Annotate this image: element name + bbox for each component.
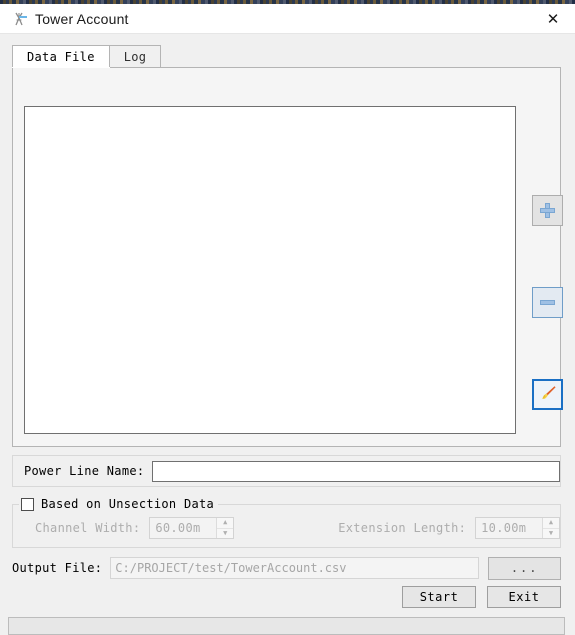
channel-width-value: 60.00m — [155, 521, 201, 535]
title-bar: Tower Account ✕ — [0, 4, 575, 34]
output-file-label: Output File: — [12, 561, 103, 575]
tab-log[interactable]: Log — [108, 45, 162, 67]
extension-length-label: Extension Length: — [338, 521, 467, 535]
browse-output-file-button[interactable]: ... — [488, 556, 561, 580]
extension-length-spinbox[interactable]: 10.00m ▲ ▼ — [475, 517, 560, 539]
extension-length-stepper[interactable]: ▲ ▼ — [542, 518, 559, 538]
start-button[interactable]: Start — [402, 586, 476, 608]
based-on-unsection-data-checkbox[interactable]: Based on Unsection Data — [19, 496, 219, 512]
exit-button[interactable]: Exit — [487, 586, 561, 608]
chevron-up-icon[interactable]: ▲ — [217, 518, 233, 528]
channel-width-stepper[interactable]: ▲ ▼ — [216, 518, 234, 539]
based-on-unsection-data-label: Based on Unsection Data — [41, 497, 215, 511]
edit-file-button[interactable] — [532, 379, 563, 410]
output-file-input[interactable] — [110, 557, 480, 579]
channel-width-spinbox[interactable]: 60.00m ▲ ▼ — [149, 517, 235, 539]
action-buttons: Start Exit — [402, 586, 561, 608]
power-line-name-input[interactable] — [152, 460, 560, 482]
close-icon[interactable]: ✕ — [531, 4, 575, 33]
tab-bar: Data File Log — [12, 45, 561, 68]
tower-icon — [10, 10, 28, 28]
window-content: Data File Log Power Line Name: Based on … — [0, 34, 575, 635]
chevron-up-icon[interactable]: ▲ — [543, 518, 559, 528]
power-line-name-label: Power Line Name: — [24, 464, 145, 478]
remove-file-button[interactable] — [532, 287, 563, 318]
chevron-down-icon[interactable]: ▼ — [543, 527, 559, 539]
extension-length-value: 10.00m — [481, 521, 527, 535]
output-file-row: Output File: ... — [12, 556, 561, 580]
unsection-group: Based on Unsection Data Channel Width: 6… — [12, 496, 561, 548]
checkbox-box — [21, 497, 34, 511]
paintbrush-icon — [538, 383, 558, 406]
progress-bar — [8, 617, 565, 635]
add-file-button[interactable] — [532, 195, 563, 226]
unsection-fields-row: Channel Width: 60.00m ▲ ▼ Extension Leng… — [13, 517, 560, 539]
tab-data-file[interactable]: Data File — [12, 45, 110, 67]
channel-width-label: Channel Width: — [35, 521, 141, 535]
power-line-panel: Power Line Name: — [12, 455, 561, 487]
tower-account-window: Tower Account ✕ Data File Log Power Line… — [0, 4, 575, 635]
chevron-down-icon[interactable]: ▼ — [217, 527, 234, 539]
minus-icon — [540, 300, 555, 305]
data-file-panel — [12, 67, 563, 447]
plus-icon — [540, 203, 555, 218]
file-list[interactable] — [24, 106, 516, 434]
window-title: Tower Account — [35, 10, 129, 27]
